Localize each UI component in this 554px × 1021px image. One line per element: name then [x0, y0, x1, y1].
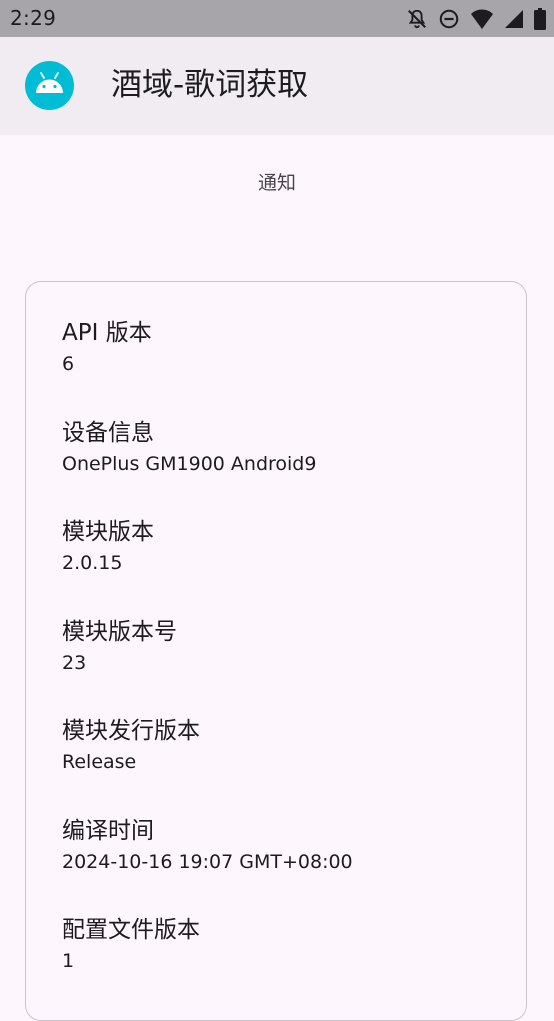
info-label: 设备信息: [62, 420, 154, 446]
info-value: 2024-10-16 19:07 GMT+08:00: [62, 851, 353, 873]
info-label: 编译时间: [62, 818, 154, 844]
status-time: 2:29: [10, 6, 57, 30]
android-icon: [25, 61, 74, 110]
do-not-disturb-icon: [438, 8, 460, 30]
info-label: API 版本: [62, 320, 152, 346]
info-item-module-version: 模块版本 2.0.15: [62, 517, 154, 576]
info-item-release-type: 模块发行版本 Release: [62, 716, 200, 775]
info-item-build-time: 编译时间 2024-10-16 19:07 GMT+08:00: [62, 816, 353, 875]
status-bar: 2:29: [0, 0, 554, 37]
info-card: API 版本 6 设备信息 OnePlus GM1900 Android9 模块…: [25, 281, 527, 1021]
info-item-device-info: 设备信息 OnePlus GM1900 Android9: [62, 418, 316, 477]
app-title: 酒域-歌词获取: [111, 67, 309, 103]
info-label: 模块版本: [62, 519, 154, 545]
info-item-module-version-code: 模块版本号 23: [62, 617, 177, 676]
info-value: 23: [62, 652, 87, 674]
notifications-off-icon: [406, 8, 428, 30]
status-icons: [406, 7, 546, 31]
info-value: OnePlus GM1900 Android9: [62, 453, 317, 475]
battery-icon: [534, 8, 546, 30]
info-item-api-version: API 版本 6: [62, 318, 152, 377]
info-item-config-version: 配置文件版本 1: [62, 915, 200, 974]
info-label: 模块发行版本: [62, 718, 200, 744]
info-value: Release: [62, 751, 137, 773]
info-label: 模块版本号: [62, 619, 177, 645]
info-value: 6: [62, 353, 75, 375]
signal-icon: [504, 9, 524, 29]
info-label: 配置文件版本: [62, 917, 200, 943]
app-bar: 酒域-歌词获取: [0, 37, 554, 135]
notice-button[interactable]: 通知: [217, 158, 337, 204]
info-value: 1: [62, 950, 75, 972]
wifi-icon: [470, 8, 494, 30]
info-value: 2.0.15: [62, 552, 123, 574]
